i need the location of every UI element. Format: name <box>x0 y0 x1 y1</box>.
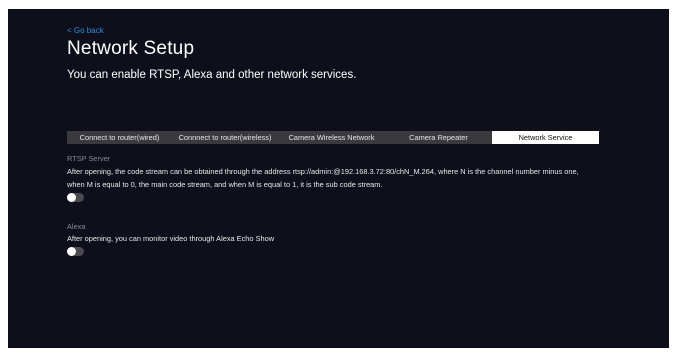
toggle-knob <box>67 247 76 256</box>
tab-connect-router-wireless[interactable]: Connnect to router(wireless) <box>172 131 278 144</box>
page-title: Network Setup <box>67 38 195 59</box>
page-subtitle: You can enable RTSP, Alexa and other net… <box>67 69 357 81</box>
alexa-label: Alexa <box>67 222 86 231</box>
rtsp-server-description: After opening, the code stream can be ob… <box>67 166 667 191</box>
toggle-knob <box>67 193 76 202</box>
tab-connect-router-wired[interactable]: Connect to router(wired) <box>67 131 172 144</box>
network-setup-screen: < Go back Network Setup You can enable R… <box>8 9 669 348</box>
rtsp-description-line-1: After opening, the code stream can be ob… <box>67 167 579 176</box>
alexa-toggle[interactable] <box>67 247 84 256</box>
alexa-description: After opening, you can monitor video thr… <box>67 234 275 243</box>
go-back-link[interactable]: < Go back <box>67 26 104 35</box>
tab-network-service[interactable]: Network Service <box>492 131 599 144</box>
rtsp-server-toggle[interactable] <box>67 193 84 202</box>
network-tabs: Connect to router(wired) Connnect to rou… <box>67 131 599 144</box>
rtsp-server-label: RTSP Server <box>67 154 111 163</box>
rtsp-description-line-2: when M is equal to 0, the main code stre… <box>67 179 383 189</box>
tab-camera-wireless-network[interactable]: Camera Wireless Network <box>278 131 385 144</box>
tab-camera-repeater[interactable]: Camera Repeater <box>385 131 492 144</box>
